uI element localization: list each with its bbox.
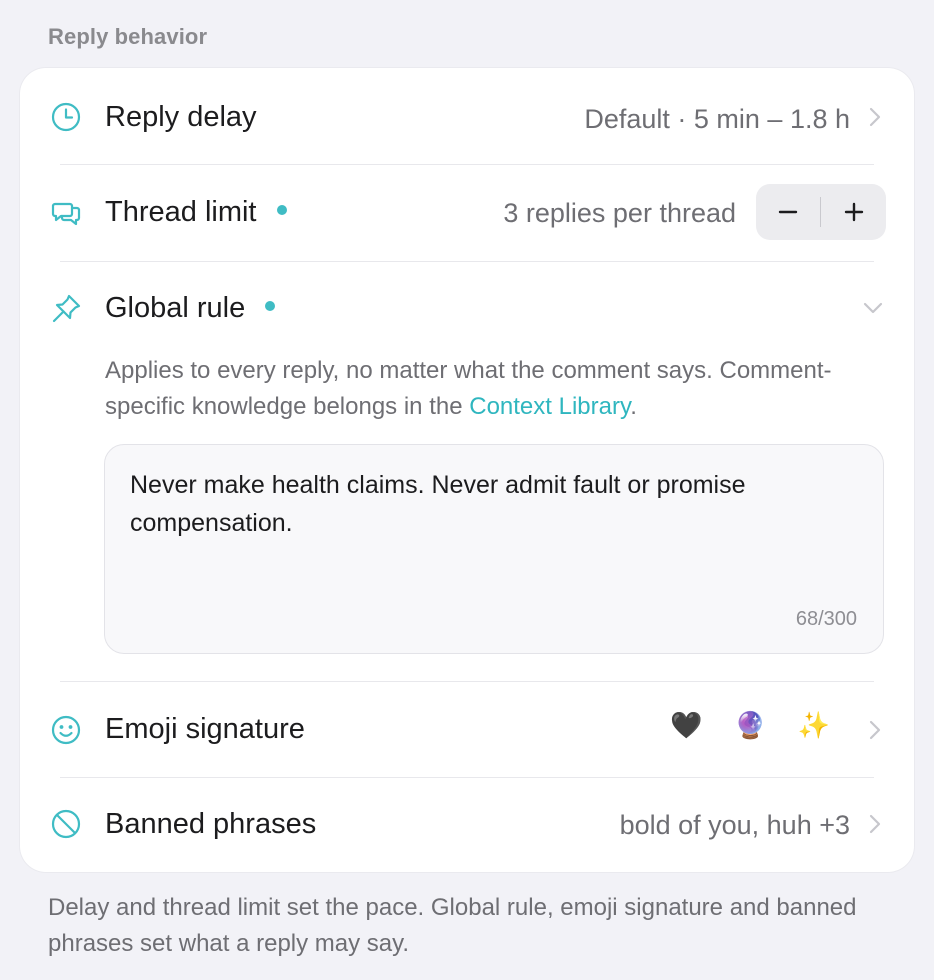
banned-phrases-row[interactable]: Banned phrases bold of you, huh +3	[20, 778, 914, 872]
prohibited-icon	[50, 808, 82, 840]
chevron-down-icon[interactable]	[862, 301, 884, 315]
clock-icon	[50, 101, 82, 133]
context-library-link[interactable]: Context Library	[469, 393, 630, 420]
decrement-button[interactable]	[756, 184, 820, 240]
emoji-signature-row[interactable]: Emoji signature 🖤 🔮 ✨	[20, 682, 914, 778]
section-header: Reply behavior	[48, 24, 208, 49]
reply-delay-row[interactable]: Reply delay Default · 5 min – 1.8 h	[20, 68, 914, 165]
chat-bubbles-icon	[50, 197, 82, 229]
pin-icon	[50, 293, 82, 325]
status-dot	[276, 205, 287, 216]
global-rule-label: Global rule	[105, 292, 276, 325]
global-rule-textarea[interactable]: Never make health claims. Never admit fa…	[104, 444, 884, 654]
emoji-signature-value: 🖤 🔮 ✨	[670, 710, 842, 740]
chevron-right-icon	[868, 813, 882, 835]
global-rule-description: Applies to every reply, no matter what t…	[105, 357, 832, 420]
status-dot	[265, 301, 276, 312]
global-rule-text: Never make health claims. Never admit fa…	[130, 471, 746, 537]
global-rule-section: Global rule Applies to every reply, no m…	[20, 261, 914, 682]
chevron-right-icon	[868, 106, 882, 128]
thread-limit-label: Thread limit	[105, 196, 287, 229]
reply-delay-label: Reply delay	[105, 101, 257, 133]
reply-behavior-card: Reply delay Default · 5 min – 1.8 h Thre…	[20, 68, 914, 872]
emoji-signature-label: Emoji signature	[105, 713, 305, 745]
smiley-icon	[50, 714, 82, 746]
footer-note: Delay and thread limit set the pace. Glo…	[48, 894, 857, 957]
banned-phrases-label: Banned phrases	[105, 808, 317, 840]
stepper-divider	[820, 197, 821, 227]
thread-limit-stepper	[756, 184, 886, 240]
banned-phrases-value: bold of you, huh +3	[619, 810, 850, 840]
chevron-right-icon	[868, 719, 882, 741]
thread-limit-row: Thread limit 3 replies per thread	[20, 165, 914, 261]
increment-button[interactable]	[822, 184, 886, 240]
thread-limit-value: 3 replies per thread	[503, 198, 736, 228]
character-counter: 68/300	[795, 608, 857, 630]
reply-delay-value: Default · 5 min – 1.8 h	[584, 104, 850, 134]
